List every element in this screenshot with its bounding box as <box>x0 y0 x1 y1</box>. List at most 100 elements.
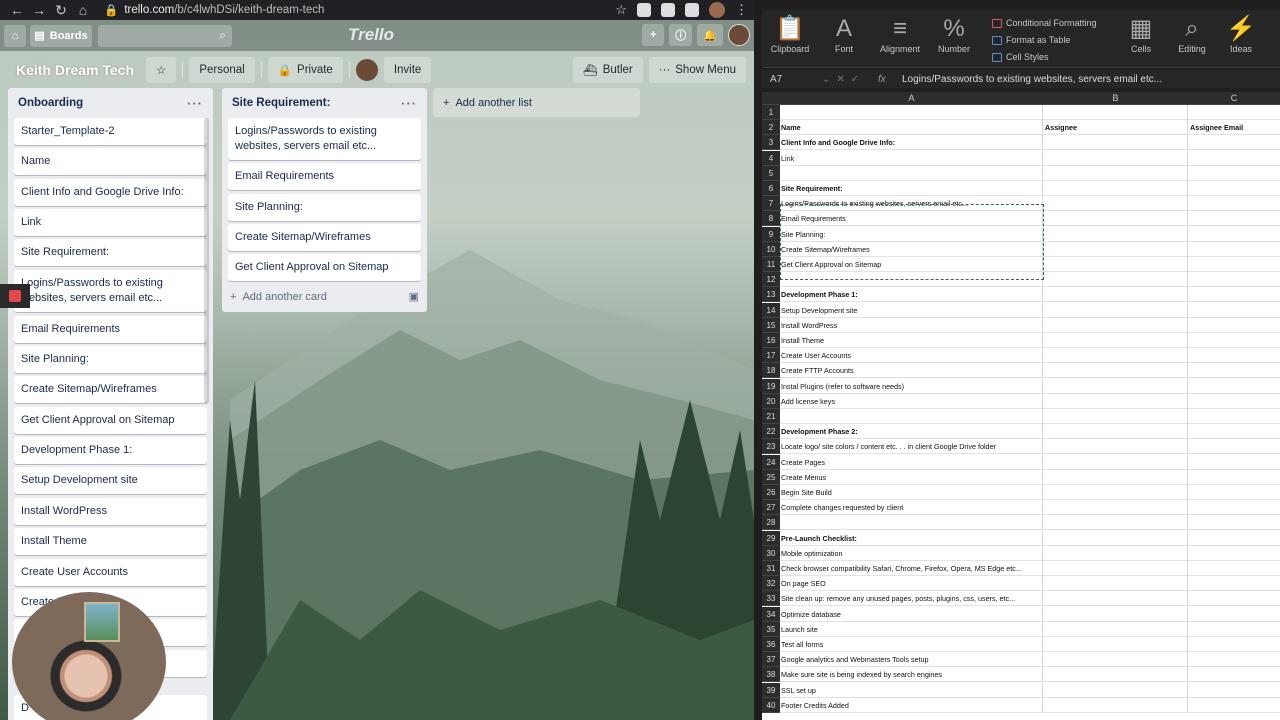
cell-b[interactable] <box>1043 211 1188 227</box>
cell-a[interactable]: Site clean up: remove any unused pages, … <box>780 591 1043 607</box>
cell-styles-button[interactable]: Cell Styles <box>992 52 1049 62</box>
card[interactable]: Get Client Approval on Sitemap <box>14 407 207 434</box>
cell-a[interactable]: Client Info and Google Drive Info: <box>780 135 1043 151</box>
list-header[interactable]: Site Requirement: ··· <box>222 88 427 118</box>
cell-c[interactable] <box>1188 333 1280 348</box>
cell-b[interactable]: Assignee <box>1043 120 1188 136</box>
row-number[interactable]: 10 <box>762 241 780 257</box>
cell-b[interactable] <box>1043 105 1188 120</box>
row-number[interactable]: 29 <box>762 530 780 546</box>
card[interactable]: Get Client Approval on Sitemap <box>228 254 421 281</box>
cell-a[interactable] <box>780 409 1043 424</box>
cell-a[interactable]: SSL set up <box>780 682 1043 698</box>
cell-c[interactable] <box>1188 105 1280 120</box>
cell-a[interactable] <box>780 165 1043 181</box>
cell-b[interactable] <box>1043 165 1188 181</box>
card[interactable]: Link <box>14 209 207 236</box>
recording-indicator[interactable] <box>0 284 30 308</box>
cell-c[interactable] <box>1188 607 1280 622</box>
cell-c[interactable] <box>1188 531 1280 546</box>
address-bar[interactable]: 🔒 trello.com /b/c4lwhDSi/keith-dream-tec… <box>104 3 615 17</box>
row-number[interactable]: 21 <box>762 409 780 424</box>
row-number[interactable]: 24 <box>762 454 780 470</box>
cell-c[interactable] <box>1188 303 1280 318</box>
extension-icon[interactable] <box>661 3 675 17</box>
cell-a[interactable]: Check browser compatibility Safari, Chro… <box>780 561 1043 576</box>
star-board-button[interactable]: ☆ <box>146 57 177 83</box>
row-number[interactable]: 31 <box>762 561 780 576</box>
cell-c[interactable] <box>1188 485 1280 500</box>
create-button[interactable]: + <box>642 24 665 46</box>
cell-b[interactable] <box>1043 591 1188 607</box>
cell-a[interactable] <box>780 515 1043 531</box>
row-number[interactable]: 13 <box>762 287 780 303</box>
row-number[interactable]: 18 <box>762 363 780 379</box>
row-number[interactable]: 16 <box>762 333 780 348</box>
card[interactable]: Email Requirements <box>228 163 421 190</box>
card[interactable]: Create Sitemap/Wireframes <box>14 376 207 403</box>
row-number[interactable]: 1 <box>762 105 780 120</box>
cell-a[interactable]: Google analytics and Webmasters Tools se… <box>780 652 1043 668</box>
team-visibility-button[interactable]: Personal <box>189 57 255 83</box>
row-number[interactable]: 23 <box>762 439 780 455</box>
cell-c[interactable] <box>1188 424 1280 440</box>
cell-c[interactable] <box>1188 667 1280 683</box>
boards-button[interactable]: ▤ Boards <box>30 24 92 47</box>
fx-icon[interactable]: fx <box>878 74 902 85</box>
card[interactable]: Email Requirements <box>14 316 207 343</box>
cell-c[interactable] <box>1188 561 1280 576</box>
cell-a[interactable]: Setup Development site <box>780 302 1043 318</box>
cell-b[interactable] <box>1043 409 1188 424</box>
cell-b[interactable] <box>1043 196 1188 212</box>
cell-c[interactable] <box>1188 591 1280 607</box>
cell-a[interactable]: Test all forms <box>780 637 1043 652</box>
row-number[interactable]: 25 <box>762 469 780 485</box>
cell-b[interactable] <box>1043 469 1188 485</box>
row-number[interactable]: 11 <box>762 257 780 272</box>
cell-c[interactable] <box>1188 318 1280 333</box>
row-number[interactable]: 32 <box>762 576 780 592</box>
card[interactable]: Development Phase 1: <box>14 437 207 464</box>
cell-b[interactable] <box>1043 135 1188 151</box>
cell-c[interactable] <box>1188 637 1280 652</box>
cell-b[interactable] <box>1043 439 1188 455</box>
cell-a[interactable]: Install WordPress <box>780 317 1043 333</box>
cell-a[interactable]: Begin Site Build <box>780 485 1043 500</box>
row-number[interactable]: 5 <box>762 165 780 181</box>
row-number[interactable]: 37 <box>762 652 780 668</box>
extension-icon[interactable] <box>685 3 699 17</box>
formula-input[interactable]: Logins/Passwords to existing websites, s… <box>902 74 1280 85</box>
list-menu-icon[interactable]: ··· <box>401 96 417 111</box>
cell-c[interactable] <box>1188 151 1280 166</box>
card[interactable]: Site Planning: <box>228 194 421 221</box>
row-number[interactable]: 17 <box>762 348 780 364</box>
clipboard-group[interactable]: 📋 Clipboard <box>770 14 810 54</box>
card[interactable]: Site Requirement: <box>14 239 207 266</box>
row-number[interactable]: 22 <box>762 424 780 440</box>
card[interactable]: Create Sitemap/Wireframes <box>228 224 421 251</box>
cell-a[interactable]: Footer Credits Added <box>780 697 1043 713</box>
cell-b[interactable] <box>1043 545 1188 561</box>
cell-b[interactable] <box>1043 682 1188 698</box>
cell-a[interactable]: Site Requirement: <box>780 181 1043 196</box>
card[interactable]: Logins/Passwords to existing websites, s… <box>228 118 421 160</box>
cell-b[interactable] <box>1043 378 1188 394</box>
cell-a[interactable]: Locate logo/ site colors / content etc. … <box>780 439 1043 455</box>
info-button[interactable]: ⓘ <box>669 24 693 46</box>
show-menu-button[interactable]: ··· Show Menu <box>648 57 746 83</box>
cell-a[interactable]: Create Menus <box>780 469 1043 485</box>
number-group[interactable]: % Number <box>934 14 974 54</box>
cell-a[interactable]: Pre-Launch Checklist: <box>780 530 1043 546</box>
forward-icon[interactable]: → <box>28 2 50 18</box>
card[interactable]: Client Info and Google Drive Info: <box>14 179 207 206</box>
cell-b[interactable] <box>1043 621 1188 637</box>
cell-c[interactable] <box>1188 135 1280 151</box>
back-icon[interactable]: ← <box>6 2 28 18</box>
row-number[interactable]: 12 <box>762 272 780 288</box>
cell-b[interactable] <box>1043 241 1188 257</box>
cell-b[interactable] <box>1043 424 1188 440</box>
row-number[interactable]: 26 <box>762 485 780 500</box>
row-number[interactable]: 2 <box>762 120 780 136</box>
profile-avatar[interactable] <box>709 2 725 18</box>
home-icon[interactable]: ⌂ <box>72 2 94 18</box>
